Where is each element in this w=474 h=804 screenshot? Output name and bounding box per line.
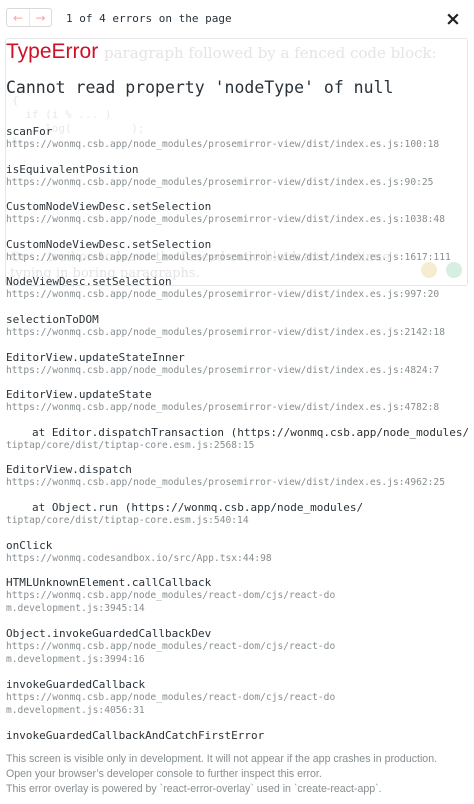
stack-frame-unmapped[interactable]: at Object.run (https://wonmq.csb.app/nod… bbox=[6, 498, 468, 536]
stack-frame[interactable]: isEquivalentPosition https://wonmq.csb.a… bbox=[6, 160, 468, 198]
stack-frame-function: scanFor bbox=[6, 125, 53, 138]
arrow-left-icon: ← bbox=[12, 10, 24, 25]
stack-frame-function: HTMLUnknownElement.callCallback bbox=[6, 576, 212, 590]
stack-frame-location: tiptap/core/dist/tiptap-core.esm.js:540:… bbox=[6, 514, 249, 526]
stack-frame-function: NodeViewDesc.setSelection bbox=[6, 275, 172, 289]
stack-frame-function: isEquivalentPosition bbox=[6, 162, 139, 176]
stack-frame-location: https://wonmq.csb.app/node_modules/prose… bbox=[6, 289, 440, 301]
stack-frame[interactable]: scanFor https://wonmq.csb.app/node_modul… bbox=[6, 122, 468, 160]
stack-frame-function: CustomNodeViewDesc.setSelection bbox=[6, 237, 212, 251]
stack-frame-function: invokeGuardedCallbackAndCatchFirstError bbox=[6, 729, 265, 743]
stack-frame[interactable]: NodeViewDesc.setSelection https://wonmq.… bbox=[6, 272, 468, 310]
stack-frame-function: CustomNodeViewDesc.setSelection bbox=[6, 200, 212, 214]
error-type: TypeError bbox=[6, 40, 99, 63]
stack-frame-location: https://wonmq.csb.app/node_modules/react… bbox=[6, 692, 336, 717]
stack-frame-location: https://wonmq.csb.app/node_modules/prose… bbox=[6, 364, 440, 376]
error-message: Cannot read property 'nodeType' of null bbox=[6, 78, 394, 97]
stack-frame[interactable]: CustomNodeViewDesc.setSelection https://… bbox=[6, 235, 468, 273]
overlay-header: ← → 1 of 4 errors on the page × bbox=[0, 0, 474, 36]
stack-frame[interactable]: onClick https://wonmq.codesandbox.io/src… bbox=[6, 536, 468, 574]
stack-frame-location: tiptap/core/dist/tiptap-core.esm.js:2568… bbox=[6, 439, 255, 451]
stack-frame-location: https://wonmq.csb.app/node_modules/prose… bbox=[6, 139, 440, 150]
stack-frame-function: EditorView.updateStateInner bbox=[6, 350, 185, 364]
previous-error-button[interactable]: ← bbox=[7, 9, 29, 26]
footer-powered-by: This error overlay is powered by `react-… bbox=[6, 783, 382, 795]
background-paragraph: paragraph followed by a fenced code bloc… bbox=[104, 44, 437, 62]
stack-frame-location: https://wonmq.csb.app/node_modules/react… bbox=[6, 641, 336, 666]
stack-frame-location: https://wonmq.csb.app/node_modules/prose… bbox=[6, 326, 445, 338]
stack-frame[interactable]: EditorView.updateState https://wonmq.csb… bbox=[6, 385, 468, 423]
stack-frame-location: https://wonmq.csb.app/node_modules/prose… bbox=[6, 251, 451, 263]
stack-frame-function: Object.invokeGuardedCallbackDev bbox=[6, 627, 212, 641]
stack-frame-function: invokeGuardedCallback bbox=[6, 678, 146, 692]
stack-frame[interactable]: invokeGuardedCallbackAndCatchFirstError bbox=[6, 726, 468, 744]
stack-frame-location: https://wonmq.csb.app/node_modules/prose… bbox=[6, 176, 434, 188]
stack-frame-function: onClick bbox=[6, 538, 53, 552]
stack-trace: scanFor https://wonmq.csb.app/node_modul… bbox=[6, 122, 468, 744]
stack-frame-function: at Object.run (https://wonmq.csb.app/nod… bbox=[32, 500, 364, 514]
stack-frame[interactable]: invokeGuardedCallback https://wonmq.csb.… bbox=[6, 675, 468, 726]
close-button[interactable]: × bbox=[444, 8, 462, 30]
footer-dev-notice: This screen is visible only in developme… bbox=[6, 753, 438, 765]
error-counter: 1 of 4 errors on the page bbox=[66, 12, 232, 25]
stack-frame-location: https://wonmq.csb.app/node_modules/prose… bbox=[6, 214, 445, 226]
stack-frame-location: https://wonmq.codesandbox.io/src/App.tsx… bbox=[6, 552, 272, 564]
close-icon: × bbox=[445, 8, 461, 30]
stack-frame-function: selectionToDOM bbox=[6, 312, 99, 326]
stack-frame[interactable]: EditorView.updateStateInner https://wonm… bbox=[6, 348, 468, 386]
stack-frame-unmapped[interactable]: at Editor.dispatchTransaction (https://w… bbox=[6, 423, 468, 461]
overlay-footer: This screen is visible only in developme… bbox=[6, 752, 468, 797]
error-navigation: ← → bbox=[6, 8, 52, 27]
stack-frame[interactable]: Object.invokeGuardedCallbackDev https://… bbox=[6, 624, 468, 675]
stack-frame-function: EditorView.dispatch bbox=[6, 463, 132, 477]
stack-frame[interactable]: EditorView.dispatch https://wonmq.csb.ap… bbox=[6, 460, 468, 498]
stack-frame[interactable]: selectionToDOM https://wonmq.csb.app/nod… bbox=[6, 310, 468, 348]
stack-frame-location: https://wonmq.csb.app/node_modules/prose… bbox=[6, 402, 440, 414]
stack-frame-function: EditorView.updateState bbox=[6, 388, 152, 402]
footer-console-notice: Open your browser’s developer console to… bbox=[6, 768, 322, 780]
next-error-button[interactable]: → bbox=[28, 9, 51, 26]
stack-frame-location: https://wonmq.csb.app/node_modules/react… bbox=[6, 590, 336, 615]
stack-frame[interactable]: CustomNodeViewDesc.setSelection https://… bbox=[6, 197, 468, 235]
arrow-right-icon: → bbox=[35, 10, 46, 25]
stack-frame-function: at Editor.dispatchTransaction (https://w… bbox=[32, 425, 468, 439]
stack-frame[interactable]: HTMLUnknownElement.callCallback https://… bbox=[6, 573, 468, 624]
stack-frame-location: https://wonmq.csb.app/node_modules/prose… bbox=[6, 477, 445, 489]
